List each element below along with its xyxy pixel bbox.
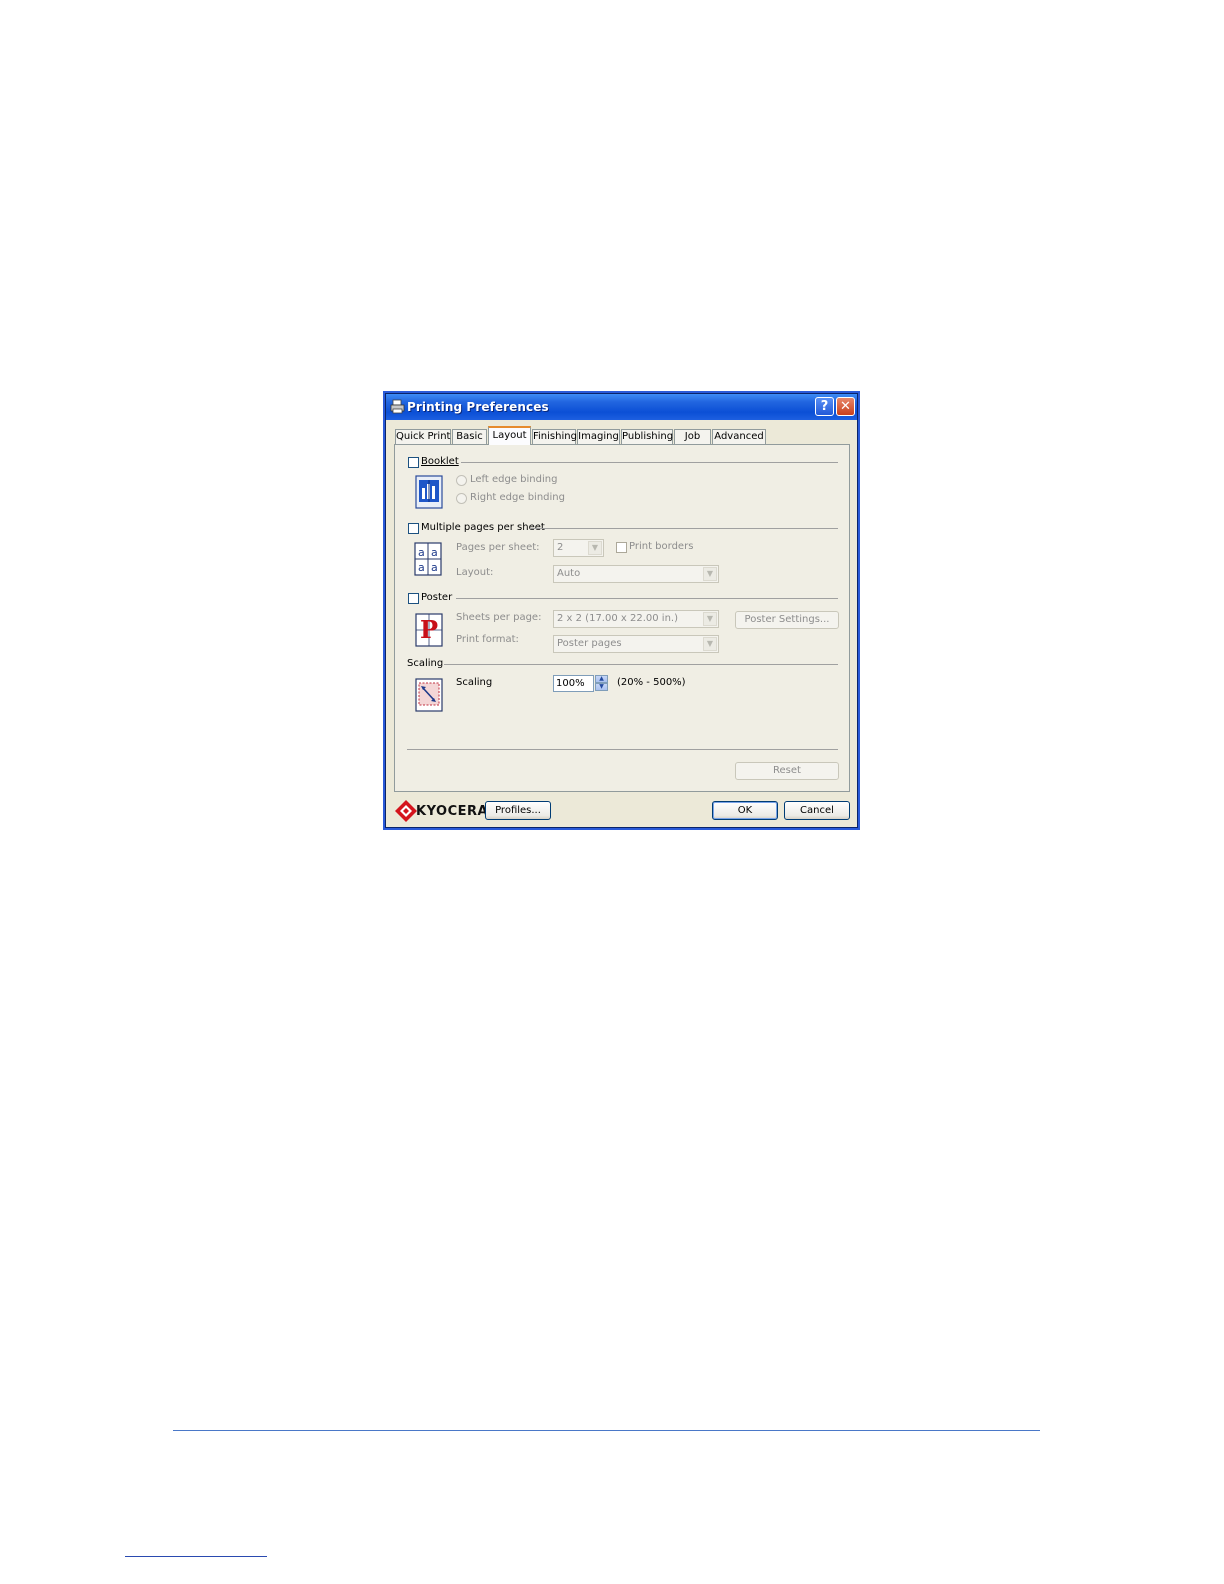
tab-basic[interactable]: Basic bbox=[452, 429, 487, 444]
panel-bottom-divider bbox=[407, 749, 838, 750]
footer-rule bbox=[125, 1556, 267, 1557]
print-borders-label[interactable]: Print borders bbox=[629, 541, 693, 553]
reset-button[interactable]: Reset bbox=[735, 762, 839, 780]
pages-per-sheet-label: Pages per sheet: bbox=[456, 542, 540, 553]
scaling-range-text: (20% - 500%) bbox=[617, 677, 686, 688]
close-button[interactable]: ✕ bbox=[836, 397, 855, 416]
multiple-pages-icon-glyph: a bbox=[418, 561, 425, 574]
multiple-pages-icon-glyph: a bbox=[431, 546, 438, 559]
scaling-stepper[interactable]: ▲ ▼ bbox=[595, 675, 608, 692]
tab-job[interactable]: Job bbox=[674, 429, 711, 444]
multiple-pages-group-divider bbox=[530, 528, 838, 529]
scaling-group-divider bbox=[444, 664, 838, 665]
stepper-up-icon[interactable]: ▲ bbox=[595, 675, 608, 683]
booklet-checkbox[interactable] bbox=[408, 457, 419, 468]
profiles-button[interactable]: Profiles... bbox=[485, 801, 551, 820]
pages-per-sheet-value: 2 bbox=[557, 542, 564, 553]
printer-icon bbox=[390, 399, 405, 414]
poster-label[interactable]: Poster bbox=[421, 592, 452, 604]
kyocera-logo-mark-icon bbox=[395, 800, 417, 822]
sheets-per-page-select[interactable]: 2 x 2 (17.00 x 22.00 in.) ▼ bbox=[553, 610, 719, 628]
title-bar[interactable]: Printing Preferences ? ✕ bbox=[386, 394, 857, 420]
poster-icon-glyph: P bbox=[420, 615, 439, 644]
window-title: Printing Preferences bbox=[407, 400, 549, 414]
tab-finishing[interactable]: Finishing bbox=[532, 429, 577, 444]
pages-per-sheet-select[interactable]: 2 ▼ bbox=[553, 539, 604, 557]
chevron-down-icon: ▼ bbox=[703, 567, 717, 581]
chevron-down-icon: ▼ bbox=[703, 637, 717, 651]
scaling-input[interactable]: 100% bbox=[553, 675, 594, 692]
help-button[interactable]: ? bbox=[815, 397, 834, 416]
left-edge-binding-radio[interactable] bbox=[456, 475, 467, 486]
page-horizontal-rule bbox=[173, 1430, 1040, 1431]
booklet-label[interactable]: Booklet bbox=[421, 456, 459, 468]
kyocera-logo-text: KYOCERA bbox=[416, 804, 489, 819]
left-edge-binding-label[interactable]: Left edge binding bbox=[470, 474, 557, 486]
print-format-label: Print format: bbox=[456, 634, 519, 645]
stepper-down-icon[interactable]: ▼ bbox=[595, 683, 608, 691]
ok-button[interactable]: OK bbox=[712, 801, 778, 820]
tab-layout[interactable]: Layout bbox=[488, 426, 531, 445]
multiple-pages-icon-glyph: a bbox=[418, 546, 425, 559]
chevron-down-icon: ▼ bbox=[588, 541, 602, 555]
right-edge-binding-label[interactable]: Right edge binding bbox=[470, 492, 565, 504]
poster-group-divider bbox=[456, 598, 838, 599]
sheets-per-page-label: Sheets per page: bbox=[456, 612, 542, 623]
booklet-group-divider bbox=[461, 462, 838, 463]
tab-quick-print[interactable]: Quick Print bbox=[395, 429, 451, 444]
scaling-icon bbox=[415, 678, 443, 712]
right-edge-binding-radio[interactable] bbox=[456, 493, 467, 504]
sheets-per-page-value: 2 x 2 (17.00 x 22.00 in.) bbox=[557, 613, 678, 624]
multiple-pages-label[interactable]: Multiple pages per sheet bbox=[421, 522, 545, 534]
scaling-field-label: Scaling bbox=[456, 677, 493, 688]
layout-select[interactable]: Auto ▼ bbox=[553, 565, 719, 583]
poster-checkbox[interactable] bbox=[408, 593, 419, 604]
print-borders-checkbox[interactable] bbox=[616, 542, 627, 553]
layout-label: Layout: bbox=[456, 567, 494, 578]
scaling-group-label: Scaling bbox=[407, 658, 444, 669]
tab-advanced[interactable]: Advanced bbox=[712, 429, 766, 444]
chevron-down-icon: ▼ bbox=[703, 612, 717, 626]
poster-settings-button[interactable]: Poster Settings... bbox=[735, 611, 839, 629]
print-format-select[interactable]: Poster pages ▼ bbox=[553, 635, 719, 653]
layout-value: Auto bbox=[557, 568, 581, 579]
cancel-button[interactable]: Cancel bbox=[784, 801, 850, 820]
tab-publishing[interactable]: Publishing bbox=[621, 429, 673, 444]
layout-tab-panel: Booklet Left edge binding Right edge bin… bbox=[394, 444, 850, 792]
booklet-icon bbox=[415, 475, 443, 509]
tab-imaging[interactable]: Imaging bbox=[577, 429, 620, 444]
multiple-pages-icon-glyph: a bbox=[431, 561, 438, 574]
multiple-pages-checkbox[interactable] bbox=[408, 523, 419, 534]
printing-preferences-dialog: Printing Preferences ? ✕ Quick Print Bas… bbox=[383, 391, 860, 830]
print-format-value: Poster pages bbox=[557, 638, 622, 649]
